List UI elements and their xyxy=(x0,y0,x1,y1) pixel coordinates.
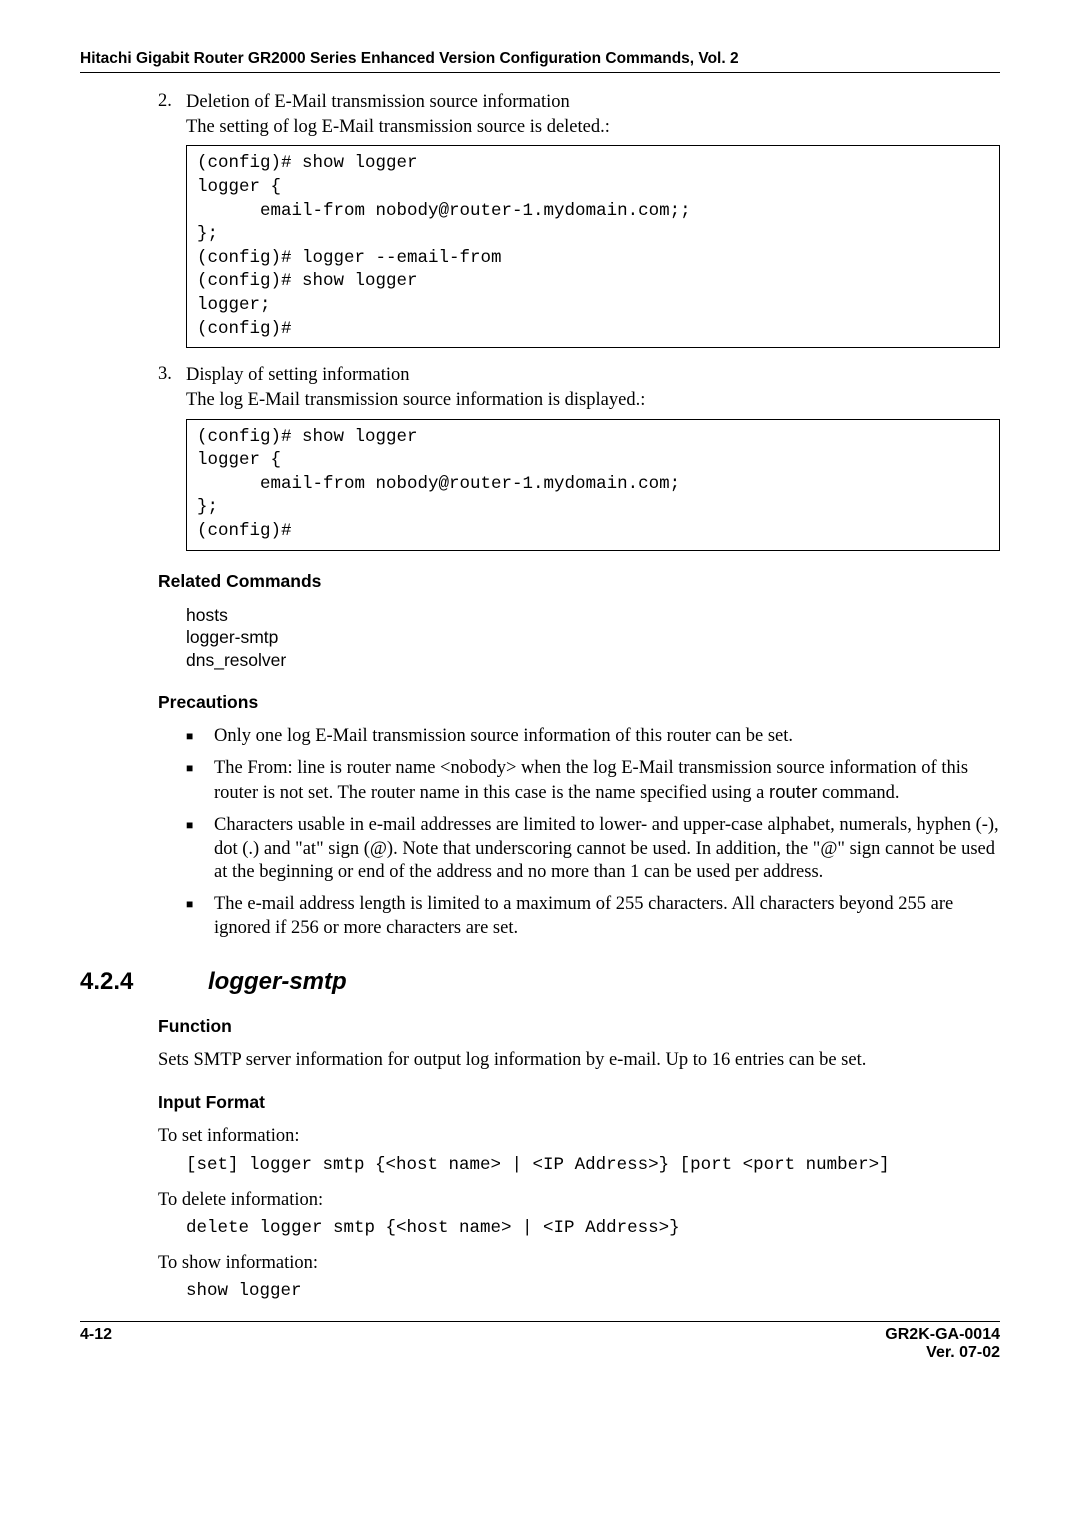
precaution-2b: command. xyxy=(817,783,899,803)
list-number-2: 2. xyxy=(158,91,186,114)
section-number: 4.2.4 xyxy=(80,968,208,996)
bullet-icon: ■ xyxy=(186,893,214,940)
bullet-icon: ■ xyxy=(186,814,214,885)
precaution-4: The e-mail address length is limited to … xyxy=(214,893,1000,940)
list-3-subtitle: The log E-Mail transmission source infor… xyxy=(186,389,1000,412)
bullet-icon: ■ xyxy=(186,725,214,749)
section-title: logger-smtp xyxy=(208,968,347,996)
precaution-3: Characters usable in e-mail addresses ar… xyxy=(214,814,1000,885)
related-commands-heading: Related Commands xyxy=(158,571,1000,592)
header-rule xyxy=(80,72,1000,73)
input-show-label: To show information: xyxy=(158,1252,1000,1275)
input-del-label: To delete information: xyxy=(158,1189,1000,1212)
code-block-2: (config)# show logger logger { email-fro… xyxy=(186,145,1000,348)
function-text: Sets SMTP server information for output … xyxy=(158,1049,1000,1072)
precaution-2: The From: line is router name <nobody> w… xyxy=(214,757,1000,806)
precaution-1: Only one log E-Mail transmission source … xyxy=(214,725,1000,749)
page-header-title: Hitachi Gigabit Router GR2000 Series Enh… xyxy=(80,50,1000,68)
footer-rule xyxy=(80,1321,1000,1322)
precaution-2-cmd: router xyxy=(769,781,817,802)
input-format-heading: Input Format xyxy=(158,1092,1000,1113)
list-2-title: Deletion of E-Mail transmission source i… xyxy=(186,91,1000,114)
code-block-3: (config)# show logger logger { email-fro… xyxy=(186,419,1000,551)
footer-page-number: 4-12 xyxy=(80,1326,112,1362)
input-del-code: delete logger smtp {<host name> | <IP Ad… xyxy=(186,1218,1000,1238)
list-number-3: 3. xyxy=(158,364,186,387)
footer-doc-id: GR2K-GA-0014 xyxy=(885,1326,1000,1344)
function-heading: Function xyxy=(158,1016,1000,1037)
input-set-code: [set] logger smtp {<host name> | <IP Add… xyxy=(186,1155,1000,1175)
footer-version: Ver. 07-02 xyxy=(885,1344,1000,1362)
precautions-heading: Precautions xyxy=(158,692,1000,713)
bullet-icon: ■ xyxy=(186,757,214,806)
input-show-code: show logger xyxy=(186,1281,1000,1301)
related-commands-list: hosts logger-smtp dns_resolver xyxy=(186,604,1000,672)
list-2-subtitle: The setting of log E-Mail transmission s… xyxy=(186,116,1000,139)
input-set-label: To set information: xyxy=(158,1125,1000,1148)
list-3-title: Display of setting information xyxy=(186,364,1000,387)
